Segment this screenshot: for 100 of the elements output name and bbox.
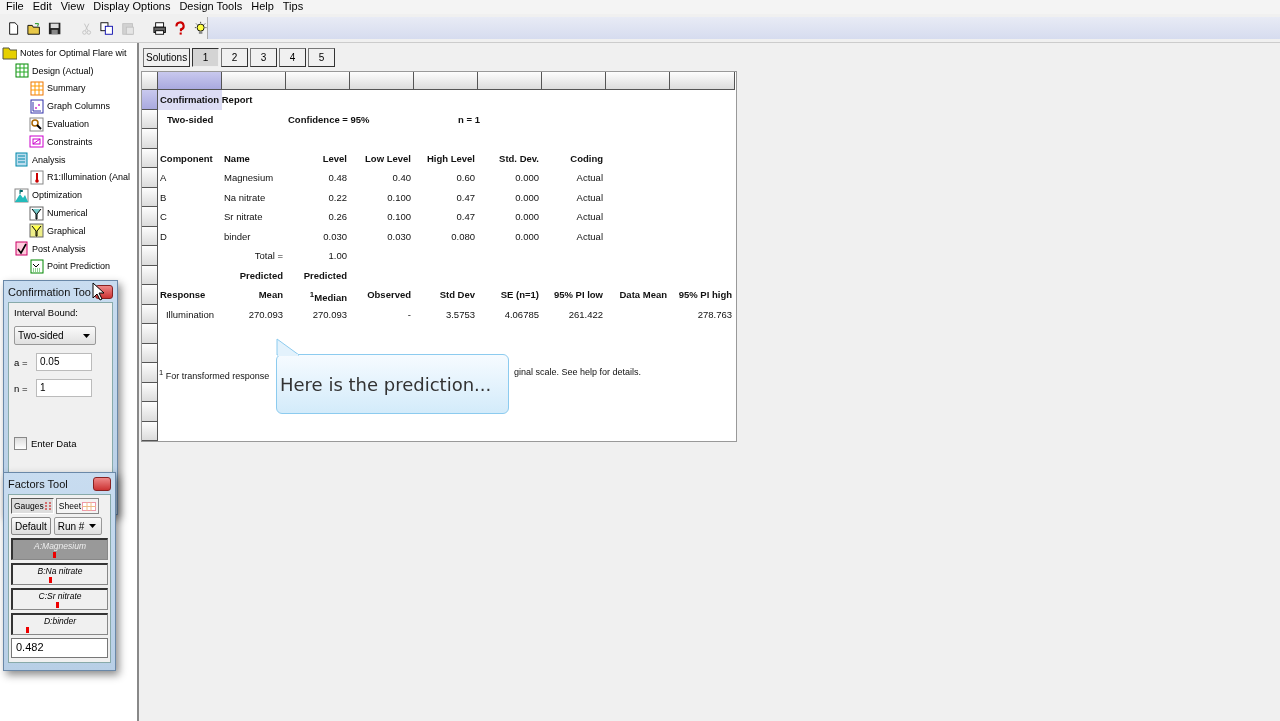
- tree-item[interactable]: Summary: [47, 83, 86, 94]
- solution-tab[interactable]: 4: [279, 47, 307, 67]
- gauge-marker[interactable]: [48, 577, 52, 583]
- table-cell-text: Std. Dev.: [498, 151, 540, 166]
- row-header[interactable]: [142, 109, 158, 129]
- gauge-marker[interactable]: [26, 627, 30, 633]
- save-icon[interactable]: [47, 20, 61, 36]
- row-header[interactable]: [142, 363, 158, 383]
- tree-item[interactable]: R1:Illumination (Anal: [47, 172, 131, 183]
- field-label: a =: [14, 356, 28, 368]
- table-cell-text: n = 1: [457, 112, 481, 127]
- new-file-icon[interactable]: [7, 20, 21, 36]
- column-header[interactable]: [286, 72, 350, 90]
- lightbulb-icon[interactable]: [193, 20, 207, 36]
- column-header[interactable]: [350, 72, 414, 90]
- value-field[interactable]: 0.482: [11, 638, 108, 658]
- thermometer-icon: [29, 169, 44, 185]
- row-header[interactable]: [142, 187, 158, 207]
- row-header[interactable]: [142, 382, 158, 402]
- tool-tab[interactable]: Gauges: [11, 498, 54, 514]
- menu-item[interactable]: View: [56, 0, 90, 14]
- row-header[interactable]: [142, 285, 158, 305]
- row-header[interactable]: [142, 324, 158, 344]
- column-header[interactable]: [542, 72, 606, 90]
- menu-item[interactable]: Design Tools: [175, 0, 248, 14]
- tree-item[interactable]: Graphical: [47, 225, 86, 236]
- menu-item[interactable]: Help: [247, 0, 279, 14]
- printer-icon[interactable]: [153, 20, 167, 36]
- gauge-label: D:binder: [43, 615, 77, 628]
- gauge-marker[interactable]: [56, 602, 60, 608]
- document-icon: [14, 152, 29, 168]
- tree-item[interactable]: Optimization: [32, 190, 83, 201]
- table-cell-text: 0.26: [327, 210, 348, 224]
- row-header[interactable]: [142, 207, 158, 227]
- menu-item[interactable]: Edit: [28, 0, 57, 14]
- window-title: Factors Tool: [8, 477, 68, 490]
- row-header[interactable]: [142, 421, 158, 441]
- column-header[interactable]: [158, 72, 222, 90]
- copy-icon[interactable]: [100, 20, 114, 36]
- row-header[interactable]: [142, 402, 158, 422]
- solution-tab[interactable]: 1: [192, 47, 220, 67]
- solution-tab[interactable]: 2: [221, 47, 249, 67]
- funnel-icon: [29, 205, 44, 221]
- help-icon[interactable]: [173, 20, 187, 36]
- factor-gauge[interactable]: B:Na nitrate: [11, 563, 108, 585]
- magnifier-icon: [29, 116, 44, 132]
- table-cell-text: 0.000: [514, 190, 540, 205]
- table-cell-text: -: [406, 307, 412, 322]
- column-header[interactable]: [670, 72, 735, 90]
- row-header[interactable]: [142, 343, 158, 363]
- gauge-label: C:Sr nitrate: [38, 590, 82, 603]
- table-cell-text: 0.100: [386, 210, 412, 224]
- table-cell-text: 261.422: [567, 307, 604, 322]
- interval-dropdown[interactable]: Two-sided: [14, 326, 96, 345]
- menu-item[interactable]: Display Options: [89, 0, 176, 14]
- tree-item[interactable]: Design (Actual): [32, 65, 94, 76]
- tree-item[interactable]: Evaluation: [47, 119, 90, 130]
- tool-tab[interactable]: Sheet: [55, 498, 99, 514]
- row-header[interactable]: [142, 226, 158, 246]
- n-field[interactable]: 1: [36, 379, 92, 397]
- row-header[interactable]: [142, 246, 158, 266]
- mountain-icon: [14, 187, 29, 203]
- gauge-label: A:Magnesium: [34, 540, 86, 553]
- table-cell-text: Observed: [366, 288, 412, 302]
- row-header[interactable]: [142, 148, 158, 168]
- close-button[interactable]: [93, 476, 111, 491]
- tree-item[interactable]: Graph Columns: [47, 101, 111, 112]
- menu-item[interactable]: Tips: [278, 0, 309, 14]
- row-header[interactable]: [142, 90, 158, 110]
- table-cell-text: 0.100: [386, 190, 412, 205]
- run-dropdown[interactable]: Run #: [53, 517, 102, 535]
- row-header[interactable]: [142, 265, 158, 285]
- column-header[interactable]: [606, 72, 670, 90]
- menu-item[interactable]: File: [2, 0, 29, 14]
- chart-icon: [29, 98, 44, 114]
- table-cell-text: Total =: [253, 249, 284, 263]
- tree-item[interactable]: Notes for Optimal Flare wit: [20, 47, 127, 58]
- column-header[interactable]: [478, 72, 542, 90]
- factor-gauge[interactable]: D:binder: [11, 613, 108, 635]
- default-button[interactable]: Default: [11, 517, 51, 535]
- factor-gauge[interactable]: C:Sr nitrate: [11, 588, 108, 610]
- row-header[interactable]: [142, 304, 158, 324]
- table-icon: [29, 81, 44, 96]
- column-header[interactable]: [414, 72, 478, 90]
- folder-icon[interactable]: [27, 20, 41, 36]
- solution-tab[interactable]: 3: [250, 47, 278, 67]
- tree-item[interactable]: Constraints: [47, 136, 93, 147]
- alpha-field[interactable]: 0.05: [36, 353, 92, 371]
- gauge-marker[interactable]: [53, 552, 57, 558]
- row-header[interactable]: [142, 168, 158, 188]
- table-cell-text: Predicted: [302, 268, 348, 283]
- tree-item[interactable]: Numerical: [47, 208, 88, 219]
- solution-tab[interactable]: 5: [308, 47, 336, 67]
- tree-item[interactable]: Point Prediction: [47, 261, 111, 272]
- tree-item[interactable]: Analysis: [32, 154, 66, 165]
- table-cell-text: Mean: [257, 288, 284, 302]
- tree-item[interactable]: Post Analysis: [32, 243, 86, 254]
- checkbox[interactable]: [14, 437, 27, 450]
- row-header[interactable]: [142, 129, 158, 149]
- column-header[interactable]: [222, 72, 286, 90]
